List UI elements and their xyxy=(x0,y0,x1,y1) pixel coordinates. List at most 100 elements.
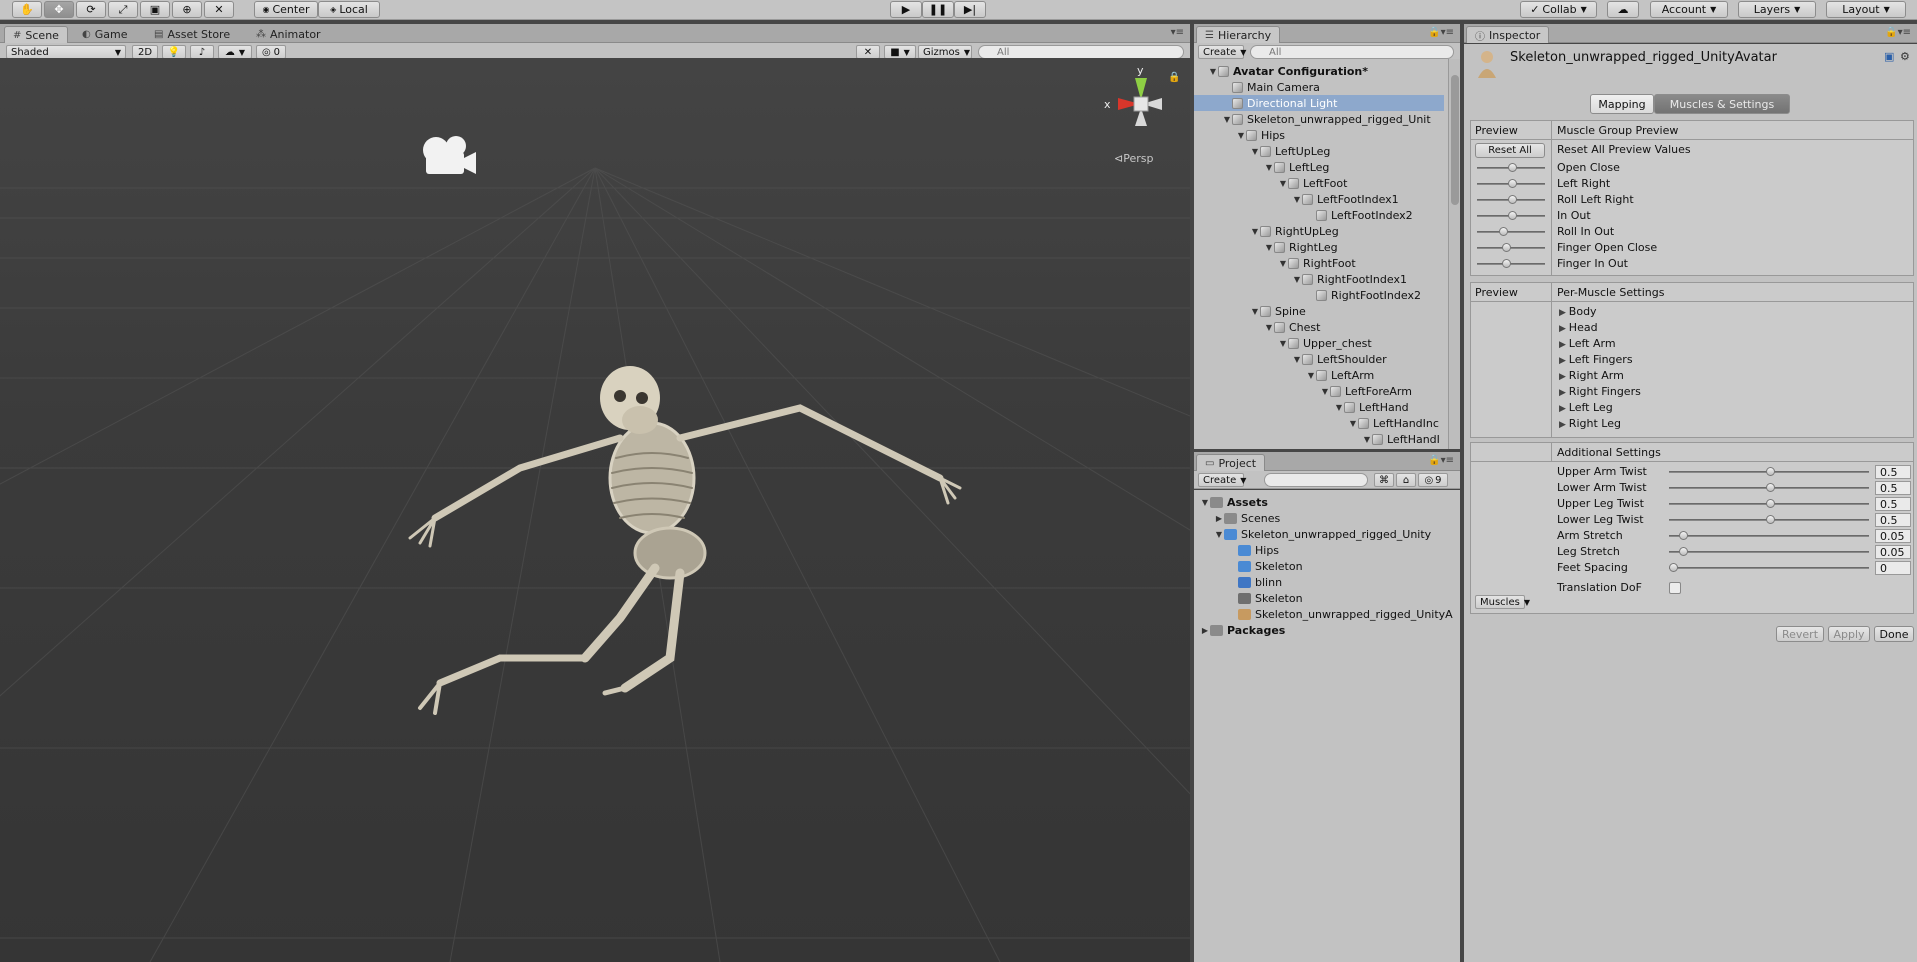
hierarchy-item[interactable]: RightFootIndex2 xyxy=(1194,287,1444,303)
pause-button[interactable]: ❚❚ xyxy=(922,1,954,18)
effects-dropdown[interactable]: ☁ ▼ xyxy=(218,45,252,59)
slider-knob[interactable] xyxy=(1678,531,1688,540)
tab-inspector[interactable]: ⓘ Inspector xyxy=(1466,26,1550,43)
tab-project[interactable]: ▭ Project xyxy=(1196,454,1266,471)
muscle-group-slider[interactable] xyxy=(1477,263,1545,265)
setting-value-field[interactable]: 0.5 xyxy=(1875,465,1911,479)
project-item[interactable]: Hips xyxy=(1194,542,1456,558)
filter-label-button[interactable]: ⌂ xyxy=(1396,473,1416,487)
hierarchy-search-input[interactable]: All xyxy=(1250,45,1454,59)
tab-animator[interactable]: ⁂ Animator xyxy=(248,26,329,43)
hierarchy-item[interactable]: ▼ LeftHandI xyxy=(1194,431,1444,447)
expand-arrow-icon[interactable]: ▼ xyxy=(1292,275,1302,284)
mode-2d-button[interactable]: 2D xyxy=(132,45,158,59)
hierarchy-scrollbar[interactable] xyxy=(1448,59,1460,449)
expand-arrow-icon[interactable]: ▼ xyxy=(1250,307,1260,316)
hierarchy-item[interactable]: ▼ LeftForeArm xyxy=(1194,383,1444,399)
expand-arrow-icon[interactable]: ▼ xyxy=(1236,131,1246,140)
lock-icon[interactable]: 🔒 xyxy=(1168,72,1180,83)
hierarchy-item[interactable]: ▼ LeftUpLeg xyxy=(1194,143,1444,159)
move-tool-button[interactable]: ✥ xyxy=(44,1,74,18)
shading-dropdown[interactable]: Shaded ▼ xyxy=(6,45,126,59)
slider-knob[interactable] xyxy=(1766,499,1775,508)
slider-knob[interactable] xyxy=(1501,259,1511,268)
expand-arrow-icon[interactable]: ▶ xyxy=(1214,514,1224,523)
project-item[interactable]: Skeleton xyxy=(1194,590,1456,606)
hierarchy-item[interactable]: LeftFootIndex2 xyxy=(1194,207,1444,223)
tab-game[interactable]: ◐ Game xyxy=(74,26,135,43)
layers-dropdown[interactable]: Layers ▼ xyxy=(1738,1,1816,18)
tools-button[interactable]: ✕ xyxy=(856,45,880,59)
play-button[interactable]: ▶ xyxy=(890,1,922,18)
inspector-menu-icon[interactable]: 🔒▾≡ xyxy=(1885,27,1911,38)
expand-arrow-icon[interactable]: ▶ xyxy=(1200,626,1210,635)
expand-arrow-icon[interactable]: ▼ xyxy=(1362,435,1372,444)
expand-arrow-icon[interactable]: ▼ xyxy=(1278,179,1288,188)
settings-gear-icon[interactable]: ⚙ xyxy=(1900,50,1910,63)
transform-tool-button[interactable]: ⊕ xyxy=(172,1,202,18)
step-button[interactable]: ▶| xyxy=(954,1,986,18)
expand-arrow-icon[interactable]: ▼ xyxy=(1214,530,1224,539)
muscle-group-foldout[interactable]: ▶ Right Fingers xyxy=(1559,385,1641,398)
setting-value-field[interactable]: 0.05 xyxy=(1875,545,1911,559)
hidden-objects-toggle[interactable]: ◎ 0 xyxy=(256,45,286,59)
slider-knob[interactable] xyxy=(1669,563,1678,572)
hidden-packages-toggle[interactable]: ◎ 9 xyxy=(1418,473,1448,487)
muscle-group-foldout[interactable]: ▶ Left Leg xyxy=(1559,401,1613,414)
slider-knob[interactable] xyxy=(1766,483,1775,492)
slider-knob[interactable] xyxy=(1508,163,1517,172)
scale-tool-button[interactable]: ⤢ xyxy=(108,1,138,18)
expand-arrow-icon[interactable]: ▼ xyxy=(1264,163,1274,172)
hierarchy-item[interactable]: ▼ LeftShoulder xyxy=(1194,351,1444,367)
muscle-group-foldout[interactable]: ▶ Left Arm xyxy=(1559,337,1616,350)
hand-tool-button[interactable]: ✋ xyxy=(12,1,42,18)
mapping-tab-button[interactable]: Mapping xyxy=(1590,94,1654,114)
revert-button[interactable]: Revert xyxy=(1776,626,1824,642)
muscles-settings-tab-button[interactable]: Muscles & Settings xyxy=(1654,94,1790,114)
panel-menu-icon[interactable]: ▾≡ xyxy=(1171,27,1184,38)
gizmos-dropdown[interactable]: Gizmos ▼ xyxy=(918,45,972,59)
hierarchy-item[interactable]: ▼ LeftFoot xyxy=(1194,175,1444,191)
hierarchy-scroll-thumb[interactable] xyxy=(1451,75,1459,205)
hierarchy-item[interactable]: Directional Light xyxy=(1194,95,1444,111)
reset-all-button[interactable]: Reset All xyxy=(1475,143,1545,158)
muscle-group-slider[interactable] xyxy=(1477,247,1545,249)
hierarchy-item[interactable]: ▼ LeftLeg xyxy=(1194,159,1444,175)
cloud-button[interactable]: ☁ xyxy=(1607,1,1639,18)
scene-search-input[interactable]: All xyxy=(978,45,1184,59)
camera-dropdown[interactable]: ■ ▼ xyxy=(884,45,916,59)
projection-toggle[interactable]: ⊲Persp xyxy=(1114,152,1153,165)
hierarchy-menu-icon[interactable]: 🔒▾≡ xyxy=(1428,27,1454,38)
project-search-input[interactable] xyxy=(1264,473,1368,487)
project-menu-icon[interactable]: 🔒▾≡ xyxy=(1428,455,1454,466)
expand-arrow-icon[interactable]: ▼ xyxy=(1348,419,1358,428)
layout-dropdown[interactable]: Layout ▼ xyxy=(1826,1,1906,18)
done-button[interactable]: Done xyxy=(1874,626,1914,642)
rect-tool-button[interactable]: ▣ xyxy=(140,1,170,18)
hierarchy-item[interactable]: ▼ Spine xyxy=(1194,303,1444,319)
hierarchy-item[interactable]: ▼ RightFootIndex1 xyxy=(1194,271,1444,287)
pivot-local-button[interactable]: ◈ Local xyxy=(318,1,380,18)
hierarchy-item[interactable]: ▼ RightFoot xyxy=(1194,255,1444,271)
slider-knob[interactable] xyxy=(1508,211,1517,220)
setting-value-field[interactable]: 0.5 xyxy=(1875,513,1911,527)
project-item[interactable]: ▶ Scenes xyxy=(1194,510,1456,526)
help-icon[interactable]: ▣ xyxy=(1884,50,1894,63)
setting-value-field[interactable]: 0.05 xyxy=(1875,529,1911,543)
custom-tool-button[interactable]: ✕ xyxy=(204,1,234,18)
collab-dropdown[interactable]: ✓ Collab ▼ xyxy=(1520,1,1597,18)
hierarchy-item[interactable]: Main Camera xyxy=(1194,79,1444,95)
pivot-center-button[interactable]: ◉ Center xyxy=(254,1,318,18)
expand-arrow-icon[interactable]: ▼ xyxy=(1250,147,1260,156)
tab-scene[interactable]: # Scene xyxy=(4,26,68,43)
slider-knob[interactable] xyxy=(1508,195,1517,204)
setting-value-field[interactable]: 0.5 xyxy=(1875,497,1911,511)
slider-knob[interactable] xyxy=(1766,467,1775,476)
hierarchy-item[interactable]: ▼ Chest xyxy=(1194,319,1444,335)
project-item[interactable]: ▼ Skeleton_unwrapped_rigged_Unity xyxy=(1194,526,1456,542)
muscle-group-foldout[interactable]: ▶ Head xyxy=(1559,321,1598,334)
hierarchy-item[interactable]: ▼ Upper_chest xyxy=(1194,335,1444,351)
project-item[interactable]: Skeleton_unwrapped_rigged_UnityA xyxy=(1194,606,1456,622)
project-item[interactable]: ▼ Assets xyxy=(1194,494,1456,510)
hierarchy-item[interactable]: ▼ LeftArm xyxy=(1194,367,1444,383)
